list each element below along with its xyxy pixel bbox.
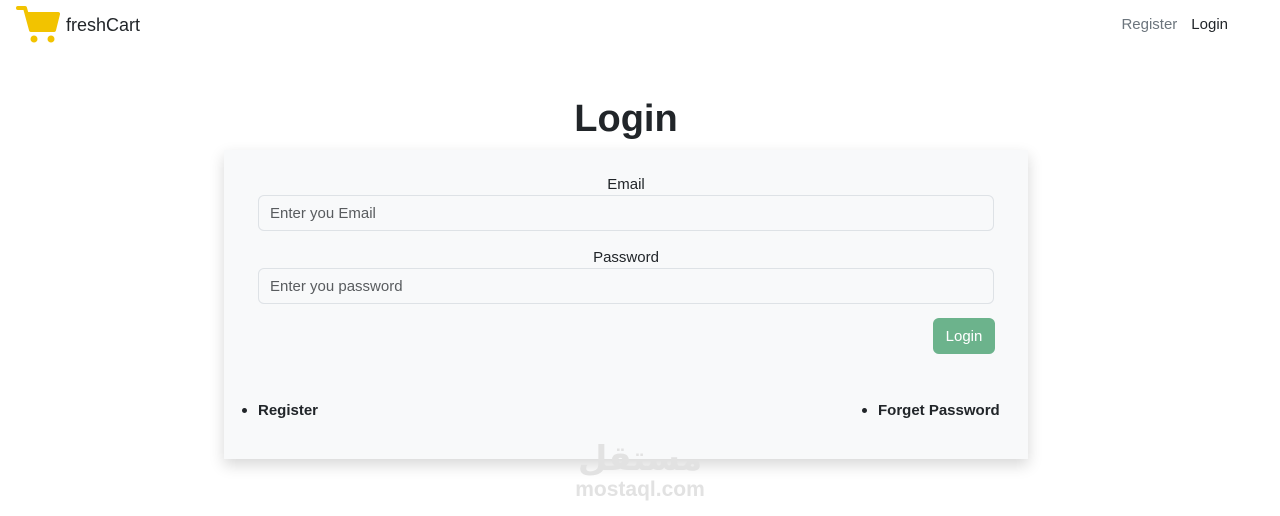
login-button[interactable]: Login [933,318,995,354]
forget-password-link-label: Forget Password [878,402,1000,419]
nav-links: Register Login [1121,16,1228,33]
password-label: Password [593,249,659,266]
login-card: Email Password Login Register Forget Pas… [224,150,1028,459]
register-link[interactable]: Register [242,402,318,419]
watermark-site: mostaql.com [575,478,705,501]
navbar: freshCart Register Login [0,0,1280,56]
bullet-icon [862,408,867,413]
register-link-label: Register [258,402,319,419]
bullet-icon [242,408,247,413]
brand-name: freshCart [66,14,141,35]
cart-icon [16,5,60,45]
nav-link-register[interactable]: Register [1121,16,1177,33]
nav-link-login[interactable]: Login [1191,16,1228,33]
forget-password-link[interactable]: Forget Password [862,402,1000,419]
watermark-logo: مستقل [577,440,703,478]
brand-logo[interactable]: freshCart [16,4,140,46]
watermark: مستقل mostaql.com [560,440,720,502]
password-input[interactable] [258,268,994,304]
email-input[interactable] [258,195,994,231]
email-label: Email [607,176,645,193]
page-title: Login [574,98,678,140]
